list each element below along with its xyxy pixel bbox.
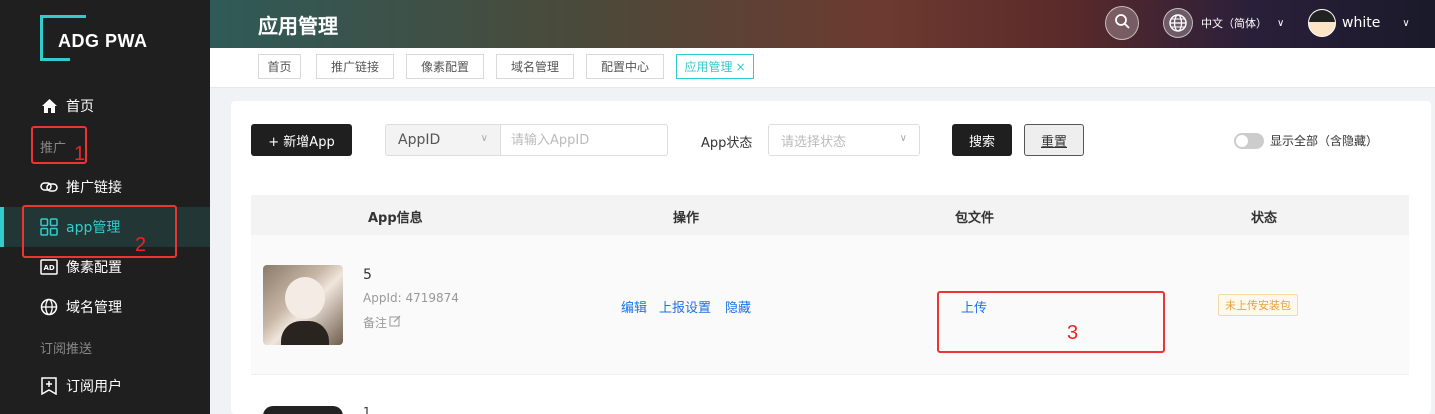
avatar bbox=[1308, 9, 1336, 37]
sidebar-item-label: 首页 bbox=[66, 99, 94, 115]
globe-icon bbox=[40, 298, 58, 316]
top-header: 应用管理 中文（简体） ∨ white ∨ bbox=[210, 0, 1435, 48]
sidebar-item-domain[interactable]: 域名管理 bbox=[0, 287, 210, 327]
tab-config-center[interactable]: 配置中心 bbox=[586, 54, 664, 79]
sidebar-item-home[interactable]: 首页 bbox=[0, 86, 210, 126]
tab-app-management[interactable]: 应用管理 × bbox=[676, 54, 754, 79]
show-all-label: 显示全部（含隐藏） bbox=[1270, 134, 1379, 148]
edit-icon bbox=[389, 315, 401, 330]
annotation-box-3 bbox=[937, 291, 1165, 353]
status-select[interactable]: 请选择状态 ∨ bbox=[768, 124, 920, 156]
column-header: App信息 bbox=[368, 211, 423, 226]
edit-link[interactable]: 编辑 bbox=[621, 297, 647, 316]
close-icon[interactable]: × bbox=[735, 60, 745, 74]
search-icon bbox=[1114, 13, 1130, 33]
annotation-box-2 bbox=[22, 205, 177, 258]
hide-link[interactable]: 隐藏 bbox=[725, 297, 751, 316]
tab-home[interactable]: 首页 bbox=[258, 54, 301, 79]
page-title: 应用管理 bbox=[258, 14, 338, 38]
show-all-toggle-wrap: 显示全部（含隐藏） bbox=[1234, 132, 1378, 149]
app-name: 1 bbox=[363, 405, 371, 414]
status-label: App状态 bbox=[701, 136, 753, 151]
tab-pixel-config[interactable]: 像素配置 bbox=[406, 54, 484, 79]
status-badge: 未上传安装包 bbox=[1218, 294, 1298, 316]
tabs-bar: 首页 推广链接 像素配置 域名管理 配置中心 应用管理 × bbox=[210, 48, 1435, 88]
annotation-number: 1 bbox=[74, 143, 86, 165]
appid-select[interactable]: AppID ∨ bbox=[385, 124, 501, 156]
logo[interactable]: ADG PWA bbox=[40, 15, 170, 63]
table-row: 5 AppId: 4719874 备注 编辑 上报设置 隐藏 上传 未上传安装包 bbox=[251, 235, 1409, 375]
column-header: 状态 bbox=[1251, 211, 1278, 226]
annotation-number: 2 bbox=[135, 234, 147, 256]
link-icon bbox=[40, 178, 58, 196]
app-id: AppId: 4719874 bbox=[363, 291, 459, 305]
tab-domain[interactable]: 域名管理 bbox=[496, 54, 574, 79]
sidebar-item-subscribers[interactable]: 订阅用户 bbox=[0, 366, 210, 406]
sidebar-item-label: 订阅用户 bbox=[66, 379, 122, 395]
show-all-toggle[interactable] bbox=[1234, 132, 1264, 149]
sidebar-item-label: 像素配置 bbox=[66, 260, 122, 276]
tab-promo-links[interactable]: 推广链接 bbox=[316, 54, 394, 79]
username: white bbox=[1342, 15, 1381, 31]
reset-button[interactable]: 重置 bbox=[1024, 124, 1084, 156]
app-thumbnail bbox=[263, 265, 343, 345]
report-settings-link[interactable]: 上报设置 bbox=[659, 297, 711, 316]
app-thumbnail bbox=[263, 406, 343, 414]
chevron-down-icon: ∨ bbox=[480, 133, 488, 144]
column-header: 操作 bbox=[673, 211, 700, 226]
chevron-down-icon: ∨ bbox=[899, 133, 907, 144]
home-icon bbox=[40, 97, 58, 115]
user-menu[interactable]: white ∨ bbox=[1308, 6, 1410, 40]
language-switcher[interactable]: 中文（简体） ∨ bbox=[1163, 6, 1284, 40]
globe-icon bbox=[1163, 8, 1193, 38]
ad-icon: AD bbox=[40, 258, 58, 276]
subscriber-icon bbox=[40, 377, 58, 395]
svg-text:AD: AD bbox=[44, 264, 55, 272]
app-note[interactable]: 备注 bbox=[363, 314, 401, 331]
sidebar-item-promo-links[interactable]: 推广链接 bbox=[0, 167, 210, 207]
table-header: App信息 操作 包文件 状态 bbox=[251, 195, 1409, 235]
logo-text: ADG PWA bbox=[58, 31, 148, 51]
sidebar-group-subscribe: 订阅推送 bbox=[40, 342, 93, 357]
chevron-down-icon: ∨ bbox=[1402, 17, 1410, 29]
annotation-number: 3 bbox=[1067, 322, 1079, 344]
add-app-button[interactable]: + 新增App bbox=[251, 124, 352, 156]
app-name: 5 bbox=[363, 267, 372, 283]
main-card: + 新增App AppID ∨ App状态 请选择状态 ∨ 搜索 重置 显示全部… bbox=[231, 101, 1431, 414]
sidebar-item-label: 域名管理 bbox=[66, 300, 122, 316]
language-label: 中文（简体） bbox=[1201, 17, 1267, 30]
column-header: 包文件 bbox=[955, 211, 995, 226]
search-button[interactable]: 搜索 bbox=[952, 124, 1012, 156]
appid-input[interactable] bbox=[500, 124, 668, 156]
chevron-down-icon: ∨ bbox=[1277, 17, 1285, 29]
header-search-button[interactable] bbox=[1105, 6, 1139, 40]
sidebar-item-label: 推广链接 bbox=[66, 180, 122, 196]
